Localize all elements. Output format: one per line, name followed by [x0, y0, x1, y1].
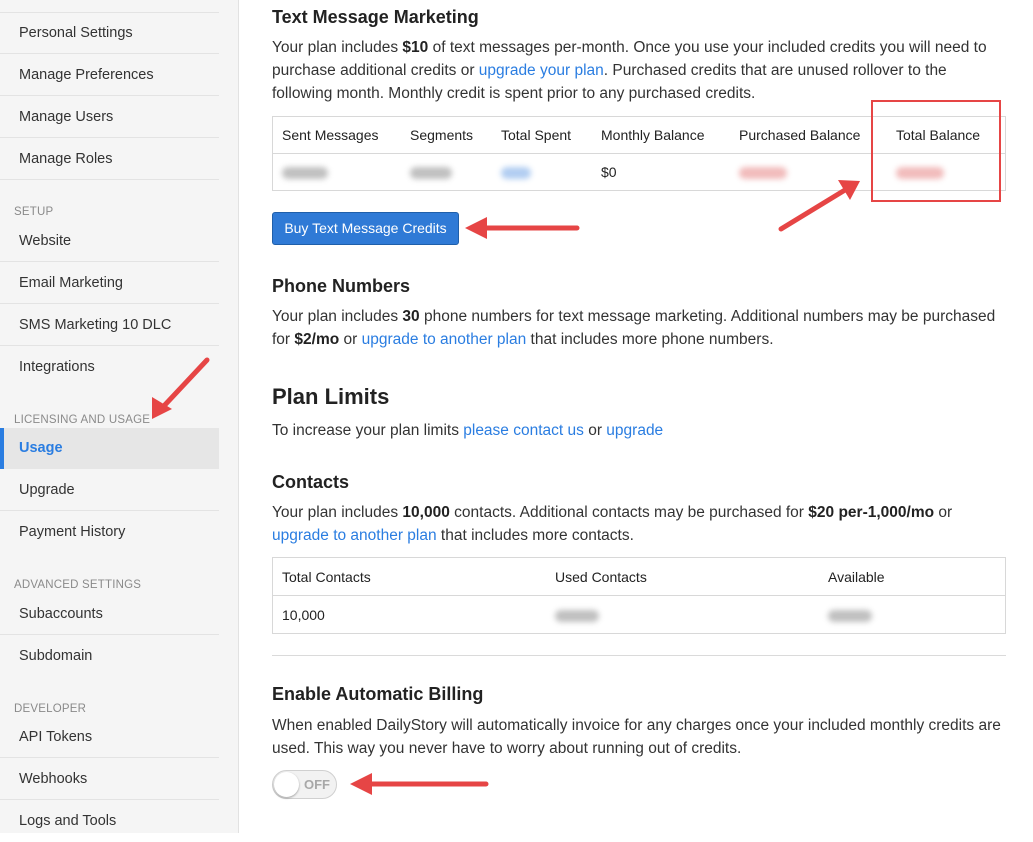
sidebar-item-manage-preferences[interactable]: Manage Preferences [0, 55, 219, 96]
redacted-value [739, 167, 787, 180]
phone-numbers-title: Phone Numbers [272, 276, 411, 296]
sms-desc-amount: $10 [402, 39, 429, 56]
sms-section-title: Text Message Marketing [272, 7, 479, 27]
total-contacts-value: 10,000 [272, 595, 546, 634]
section-divider [272, 655, 1006, 656]
sidebar-section-advanced: ADVANCED SETTINGS [14, 579, 142, 591]
total-balance-highlight-box [871, 100, 1001, 202]
arrow-to-billing-toggle-icon [350, 773, 489, 795]
sidebar-item-integrations[interactable]: Integrations [0, 347, 219, 388]
phone-desc-text: or [339, 331, 362, 348]
upgrade-link[interactable]: upgrade [606, 422, 663, 439]
sidebar-section-setup: SETUP [14, 206, 54, 218]
col-monthly-balance: Monthly Balance [592, 116, 730, 154]
toggle-state-label: OFF [304, 777, 330, 792]
total-spent-value [492, 153, 592, 191]
toggle-knob [274, 772, 299, 797]
redacted-value [501, 167, 531, 180]
redacted-value [555, 609, 599, 622]
purchased-balance-value [730, 153, 887, 191]
limits-desc-text: or [583, 422, 607, 439]
upgrade-your-plan-link[interactable]: upgrade your plan [479, 62, 604, 79]
limits-desc-text: To increase your plan limits [272, 422, 464, 439]
col-used-contacts: Used Contacts [546, 557, 819, 596]
sidebar-item-subaccounts[interactable]: Subaccounts [0, 594, 219, 635]
sidebar-item-upgrade[interactable]: Upgrade [0, 470, 219, 511]
sidebar-item-payment-history[interactable]: Payment History [0, 512, 219, 553]
col-total-contacts: Total Contacts [272, 557, 546, 596]
plan-limits-title: Plan Limits [272, 384, 390, 409]
phone-desc-count: 30 [402, 308, 420, 325]
sidebar-item-email-marketing[interactable]: Email Marketing [0, 263, 219, 304]
arrow-to-buy-credits-icon [465, 217, 580, 239]
phone-numbers-description: Your plan includes 30 phone numbers for … [272, 305, 1007, 351]
sidebar-item-logs-and-tools[interactable]: Logs and Tools [0, 801, 219, 842]
contacts-desc-price: $20 per-1,000/mo [808, 504, 935, 521]
sidebar-section-licensing: LICENSING AND USAGE [14, 414, 151, 426]
sidebar-section-developer: DEVELOPER [14, 703, 87, 715]
sidebar-item-personal-settings[interactable]: Personal Settings [0, 13, 219, 54]
sms-desc-text: Your plan includes [272, 39, 403, 56]
contacts-description: Your plan includes 10,000 contacts. Addi… [272, 501, 1007, 547]
monthly-balance-value: $0 [592, 153, 730, 191]
upgrade-to-another-plan-link[interactable]: upgrade to another plan [362, 331, 527, 348]
redacted-value [828, 609, 872, 622]
table-row: 10,000 [272, 595, 1006, 634]
phone-desc-price: $2/mo [294, 331, 340, 348]
contacts-title: Contacts [272, 472, 350, 492]
plan-limits-description: To increase your plan limits please cont… [272, 419, 1007, 442]
col-available: Available [819, 557, 1006, 596]
col-segments: Segments [401, 116, 492, 154]
phone-desc-text: Your plan includes [272, 308, 403, 325]
sent-messages-value [272, 153, 401, 191]
contacts-desc-text: contacts. Additional contacts may be pur… [449, 504, 809, 521]
automatic-billing-toggle[interactable]: OFF [272, 770, 337, 799]
contacts-desc-count: 10,000 [402, 504, 450, 521]
col-total-spent: Total Spent [492, 116, 592, 154]
sidebar-item-usage[interactable]: Usage [0, 428, 219, 469]
automatic-billing-description: When enabled DailyStory will automatical… [272, 717, 1001, 757]
please-contact-us-link[interactable]: please contact us [463, 422, 584, 439]
settings-sidebar: Personal Settings Manage Preferences Man… [0, 0, 239, 833]
redacted-value [282, 167, 328, 180]
used-contacts-value [546, 595, 819, 634]
col-sent-messages: Sent Messages [272, 116, 401, 154]
sidebar-item-manage-users[interactable]: Manage Users [0, 97, 219, 138]
sidebar-item-api-tokens[interactable]: API Tokens [0, 717, 219, 758]
sidebar-item-webhooks[interactable]: Webhooks [0, 759, 219, 800]
col-purchased-balance: Purchased Balance [730, 116, 887, 154]
contacts-usage-table: Total Contacts Used Contacts Available 1… [272, 557, 1006, 634]
sidebar-item-manage-roles[interactable]: Manage Roles [0, 139, 219, 180]
contacts-desc-text: that includes more contacts. [436, 527, 634, 544]
sidebar-item-website[interactable]: Website [0, 221, 219, 262]
sidebar-item-sms-marketing-10dlc[interactable]: SMS Marketing 10 DLC [0, 305, 219, 346]
segments-value [401, 153, 492, 191]
available-value [819, 595, 1006, 634]
sms-description: Your plan includes $10 of text messages … [272, 36, 1007, 105]
contacts-desc-text: Your plan includes [272, 504, 403, 521]
buy-text-message-credits-button[interactable]: Buy Text Message Credits [272, 212, 459, 245]
table-header-row: Total Contacts Used Contacts Available [272, 557, 1006, 596]
automatic-billing-title: Enable Automatic Billing [272, 684, 484, 704]
phone-desc-text: that includes more phone numbers. [526, 331, 774, 348]
sidebar-item-subdomain[interactable]: Subdomain [0, 636, 219, 677]
contacts-upgrade-to-another-plan-link[interactable]: upgrade to another plan [272, 527, 437, 544]
contacts-desc-text: or [934, 504, 953, 521]
redacted-value [410, 167, 452, 180]
